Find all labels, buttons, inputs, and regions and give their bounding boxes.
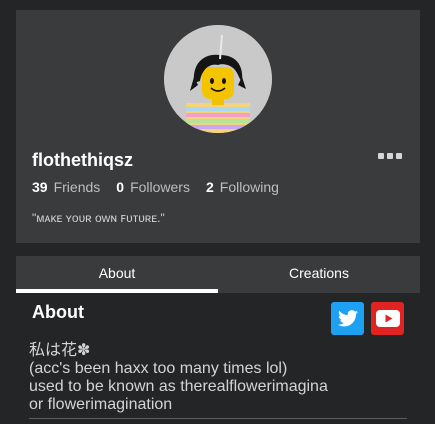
twitter-button[interactable] [331,302,364,335]
more-options-button[interactable] [378,150,406,162]
about-line: used to be known as therealflowerimagina [29,378,328,395]
username: flothethiqsz [32,150,133,170]
dot-icon [387,153,393,159]
youtube-button[interactable] [371,302,404,335]
stat-friends[interactable]: 39 Friends [32,179,100,195]
stat-count: 2 [205,179,214,195]
about-line: (acc's been haxx too many times lol) [29,360,288,377]
twitter-icon [337,310,358,327]
profile-header-card: flothethiqsz 39 Friends 0 Followers 2 Fo… [16,10,420,243]
dot-icon [396,153,402,159]
stat-count: 39 [32,179,48,195]
youtube-icon [375,310,400,327]
stat-followers[interactable]: 0 Followers [116,179,190,195]
avatar-image [164,25,272,133]
about-heading: About [32,302,84,322]
stat-following[interactable]: 2 Following [206,179,279,195]
avatar[interactable] [164,25,272,133]
about-line: 私は花✽ [29,342,91,359]
stat-label: Followers [130,179,190,195]
stat-label: Following [219,179,279,195]
dot-icon [378,153,384,159]
stat-count: 0 [116,179,125,195]
section-divider [29,418,407,419]
profile-tabs: About Creations [16,256,420,293]
profile-status: "ᴍᴀᴋᴇ ʏᴏᴜʀ ᴏᴡɴ ꜰᴜᴛᴜʀᴇ." [32,211,165,225]
profile-stats: 39 Friends 0 Followers 2 Following [32,179,279,195]
about-description: 私は花✽ (acc's been haxx too many times lol… [29,342,409,414]
about-line: or flowerimagination [29,396,173,413]
tab-creations[interactable]: Creations [218,256,420,293]
stat-label: Friends [53,179,101,195]
tab-about[interactable]: About [16,256,218,293]
